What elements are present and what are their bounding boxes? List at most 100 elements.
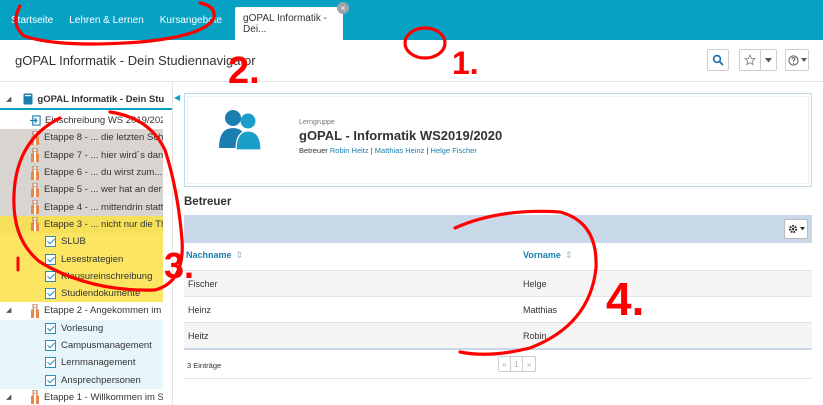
cell-nachname: Heitz <box>188 331 209 341</box>
caret-down-icon <box>800 58 807 62</box>
sidebar-course-root[interactable]: ◢ gOPAL Informatik - Dein Stu <box>0 90 172 110</box>
app-root: Startseite Lehren & Lernen Kursangebote … <box>0 0 823 405</box>
sidebar-item-module[interactable]: Vorlesung <box>0 319 163 337</box>
pagination: « 1 » <box>498 356 536 372</box>
sidebar-item-module[interactable]: Campusmanagement <box>0 336 163 355</box>
sidebar-item-label: Etappe 2 - Angekommen im St <box>44 305 163 317</box>
checkbox-done-icon <box>45 236 56 248</box>
star-icon <box>744 54 756 66</box>
sidebar-item-etappe[interactable]: ◢ Etappe 2 - Angekommen im St <box>0 302 163 320</box>
checkbox-done-icon <box>45 253 56 265</box>
checkbox-done-icon <box>45 270 56 282</box>
group-leaders: Betreuer Robin Heitz | Matthias Heinz | … <box>299 146 477 155</box>
sidebar-item-module[interactable]: Klausureinschreibung <box>0 267 163 285</box>
expand-caret-icon[interactable]: ◢ <box>6 306 11 314</box>
column-header-vorname[interactable]: Vorname ⇕ <box>523 250 572 261</box>
active-course-tab[interactable]: gOPAL Informatik - Dei... × <box>235 2 350 40</box>
leader-link[interactable]: Robin Heitz <box>330 146 369 155</box>
expand-caret-icon[interactable]: ◢ <box>6 95 11 103</box>
table-row: Fischer Helge <box>184 270 812 296</box>
book-icon <box>23 93 33 105</box>
favorite-dropdown-button[interactable] <box>739 49 777 71</box>
person-icon <box>31 148 39 163</box>
sidebar-item-etappe[interactable]: Etappe 5 - ... wer hat an der Uh <box>0 181 163 199</box>
sidebar-item-module[interactable]: Lernmanagement <box>0 354 163 372</box>
checkbox-done-icon <box>45 322 56 334</box>
expand-caret-icon[interactable]: ◢ <box>6 393 11 401</box>
sidebar-item-etappe[interactable]: ◢ Etappe 1 - Willkommen im Stu <box>0 388 163 405</box>
sort-icon: ⇕ <box>564 250 573 260</box>
group-type-label: Lerngruppe <box>299 119 335 126</box>
sidebar-item-label: Lesestrategien <box>61 253 124 265</box>
person-icon <box>31 217 39 232</box>
login-icon <box>30 115 41 126</box>
nav-kursangebote[interactable]: Kursangebote <box>152 0 230 40</box>
checkbox-done-icon <box>45 357 56 369</box>
collapse-sidebar-icon[interactable]: ◀ <box>174 93 180 102</box>
column-header-label: Nachname <box>186 250 232 260</box>
sidebar-item-label: Etappe 7 - ... hier wird´s dann <box>44 149 163 161</box>
sidebar-item-einschreibung[interactable]: Einschreibung WS 2019/2020 <box>0 112 163 130</box>
sidebar-item-label: SLUB <box>61 236 86 248</box>
pager-page-1[interactable]: 1 <box>511 357 523 371</box>
column-header-label: Vorname <box>523 250 561 260</box>
table-toolbar <box>184 215 812 243</box>
sidebar-item-label: Klausureinschreibung <box>61 270 153 282</box>
checkbox-done-icon <box>45 340 56 351</box>
column-header-nachname[interactable]: Nachname ⇕ <box>186 250 243 261</box>
table-row: Heitz Robin <box>184 322 812 348</box>
top-navigation: Startseite Lehren & Lernen Kursangebote … <box>0 0 823 40</box>
sidebar-item-label: Vorlesung <box>61 322 104 334</box>
table-end-divider <box>184 378 812 379</box>
sidebar-item-module[interactable]: Studiendokumente <box>0 284 163 303</box>
help-dropdown-button[interactable] <box>785 49 809 71</box>
nav-lehren-lernen[interactable]: Lehren & Lernen <box>61 0 152 40</box>
leader-link[interactable]: Matthias Heinz <box>375 146 425 155</box>
caret-down-icon <box>765 57 772 62</box>
cell-nachname: Heinz <box>188 305 212 315</box>
leader-link[interactable]: Helge Fischer <box>431 146 477 155</box>
leader-separator: | <box>370 146 373 155</box>
nav-startseite[interactable]: Startseite <box>0 0 61 40</box>
sidebar-item-etappe[interactable]: Etappe 8 - ... die letzten Schri <box>0 129 163 147</box>
sidebar-item-etappe[interactable]: Etappe 7 - ... hier wird´s dann <box>0 146 163 164</box>
betreuer-section-title: Betreuer <box>184 196 232 208</box>
group-info-card: Lerngruppe gOPAL - Informatik WS2019/202… <box>184 93 812 187</box>
sidebar-item-label: Etappe 5 - ... wer hat an der Uh <box>44 184 163 196</box>
sidebar-item-label: Studiendokumente <box>61 288 141 300</box>
person-icon <box>31 303 39 318</box>
entry-count: 3 Einträge <box>187 361 222 370</box>
table-row: Heinz Matthias <box>184 296 812 322</box>
course-header: gOPAL Informatik - Dein Studiennavigator <box>0 40 823 82</box>
sidebar-item-module[interactable]: SLUB <box>0 233 163 251</box>
search-button[interactable] <box>707 49 729 71</box>
sidebar-item-label: Etappe 3 - ... nicht nur die The <box>44 218 163 230</box>
sidebar-root-label: gOPAL Informatik - Dein Stu <box>37 93 165 105</box>
table-bottom-bar <box>184 348 812 350</box>
sidebar-item-etappe-active[interactable]: Etappe 3 - ... nicht nur die The <box>0 215 163 234</box>
cell-vorname: Matthias <box>523 305 558 315</box>
person-icon <box>31 182 39 197</box>
button-divider <box>760 50 761 70</box>
person-icon <box>31 165 39 180</box>
sidebar-item-label: Campusmanagement <box>61 340 152 351</box>
search-icon <box>712 54 724 66</box>
close-tab-icon[interactable]: × <box>337 2 350 14</box>
sidebar-item-label: Lernmanagement <box>61 357 136 369</box>
sort-icon: ⇕ <box>235 250 244 260</box>
sidebar-item-etappe[interactable]: Etappe 4 - ... mittendrin statt nu <box>0 198 163 216</box>
leaders-prefix: Betreuer <box>299 146 328 155</box>
cell-vorname: Robin <box>523 331 547 341</box>
table-settings-button[interactable] <box>784 219 808 239</box>
checkbox-done-icon <box>45 374 56 386</box>
sidebar-item-etappe[interactable]: Etappe 6 - ... du wirst zum... <box>0 163 163 182</box>
sidebar-tree: Einschreibung WS 2019/2020 Etappe 8 - ...… <box>0 112 163 405</box>
sidebar-item-label: Etappe 6 - ... du wirst zum... <box>44 167 163 179</box>
person-icon <box>31 390 39 405</box>
pager-next[interactable]: » <box>523 357 535 371</box>
pager-previous[interactable]: « <box>499 357 511 371</box>
sidebar-item-module[interactable]: Ansprechpersonen <box>0 371 163 389</box>
sidebar-item-module[interactable]: Lesestrategien <box>0 250 163 268</box>
sidebar-item-label: Etappe 4 - ... mittendrin statt nu <box>44 201 163 213</box>
checkbox-done-icon <box>45 288 56 300</box>
